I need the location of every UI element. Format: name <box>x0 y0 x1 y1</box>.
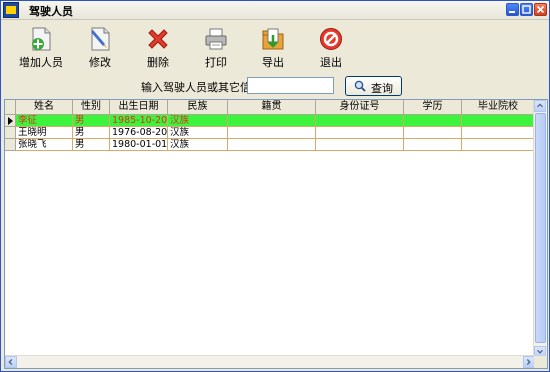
header-indicator <box>5 100 16 114</box>
export-label: 导出 <box>262 56 284 69</box>
driver-grid[interactable]: 姓名 性别 出生日期 民族 籍贯 身份证号 学历 毕业院校 李征 男 1985-… <box>4 99 548 369</box>
cell-gender[interactable]: 男 <box>73 139 110 151</box>
cell-native-place[interactable] <box>228 127 316 139</box>
cell-id-number[interactable] <box>316 139 404 151</box>
add-person-button[interactable]: 增加人员 <box>13 22 69 70</box>
edit-label: 修改 <box>89 56 111 69</box>
header-education[interactable]: 学历 <box>404 100 462 114</box>
minimize-button[interactable] <box>506 3 519 16</box>
main-window: 驾驶人员 增加人员 修改 删除 打印 导出 退出 输入驾驶人员或其它信息： 查询… <box>0 0 550 372</box>
export-icon <box>262 28 284 50</box>
maximize-button[interactable] <box>520 3 533 16</box>
query-button[interactable]: 查询 <box>345 76 402 96</box>
exit-label: 退出 <box>320 56 342 69</box>
header-ethnicity[interactable]: 民族 <box>168 100 228 114</box>
cell-name[interactable]: 王晓明 <box>16 127 73 139</box>
add-person-label: 增加人员 <box>19 56 63 69</box>
window-title: 驾驶人员 <box>29 5 73 18</box>
row-indicator[interactable] <box>5 127 16 139</box>
magnifier-icon <box>354 80 366 92</box>
vertical-scrollbar[interactable] <box>533 100 547 358</box>
minimize-icon <box>509 11 515 13</box>
search-input[interactable] <box>247 77 334 94</box>
export-button[interactable]: 导出 <box>245 22 301 70</box>
maximize-icon <box>522 5 531 14</box>
cell-school[interactable] <box>462 139 535 151</box>
cell-school[interactable] <box>462 115 535 127</box>
cell-education[interactable] <box>404 127 462 139</box>
current-row-arrow-icon <box>8 117 13 125</box>
edit-document-icon <box>91 27 110 51</box>
printer-icon <box>205 28 227 50</box>
search-row: 输入驾驶人员或其它信息： 查询 <box>1 75 549 96</box>
header-native-place[interactable]: 籍贯 <box>228 100 316 114</box>
vertical-scroll-thumb[interactable] <box>535 113 546 343</box>
scroll-up-button[interactable] <box>534 100 546 112</box>
cell-ethnicity[interactable]: 汉族 <box>168 127 228 139</box>
cell-school[interactable] <box>462 127 535 139</box>
chevron-left-icon <box>8 359 13 365</box>
cell-gender[interactable]: 男 <box>73 115 110 127</box>
table-row[interactable]: 张晓飞 男 1980-01-01 汉族 <box>5 139 535 151</box>
grid-header: 姓名 性别 出生日期 民族 籍贯 身份证号 学历 毕业院校 <box>5 100 535 115</box>
cell-native-place[interactable] <box>228 139 316 151</box>
table-row[interactable]: 王晓明 男 1976-08-20 汉族 <box>5 127 535 139</box>
chevron-up-icon <box>537 103 543 108</box>
chevron-right-icon <box>526 359 531 365</box>
header-name[interactable]: 姓名 <box>16 100 73 114</box>
print-button[interactable]: 打印 <box>188 22 244 70</box>
close-icon <box>536 5 545 14</box>
delete-icon <box>148 29 168 49</box>
delete-button[interactable]: 删除 <box>130 22 186 70</box>
header-gender[interactable]: 性别 <box>73 100 110 114</box>
exit-button[interactable]: 退出 <box>303 22 359 70</box>
scrollbar-corner <box>534 356 547 368</box>
cell-birth-date[interactable]: 1985-10-20 <box>110 115 168 127</box>
header-birth-date[interactable]: 出生日期 <box>110 100 168 114</box>
cell-name[interactable]: 李征 <box>16 115 73 127</box>
edit-button[interactable]: 修改 <box>72 22 128 70</box>
query-label: 查询 <box>371 82 393 95</box>
cell-ethnicity[interactable]: 汉族 <box>168 139 228 151</box>
scroll-left-button[interactable] <box>5 356 17 368</box>
toolbar: 增加人员 修改 删除 打印 导出 退出 <box>1 20 549 72</box>
cell-birth-date[interactable]: 1976-08-20 <box>110 127 168 139</box>
add-document-icon <box>32 27 51 51</box>
app-icon <box>3 2 19 18</box>
cell-id-number[interactable] <box>316 127 404 139</box>
header-school[interactable]: 毕业院校 <box>462 100 535 114</box>
cell-gender[interactable]: 男 <box>73 127 110 139</box>
exit-icon <box>320 28 342 50</box>
cell-id-number[interactable] <box>316 115 404 127</box>
cell-education[interactable] <box>404 139 462 151</box>
cell-birth-date[interactable]: 1980-01-01 <box>110 139 168 151</box>
cell-name[interactable]: 张晓飞 <box>16 139 73 151</box>
cell-ethnicity[interactable]: 汉族 <box>168 115 228 127</box>
cell-native-place[interactable] <box>228 115 316 127</box>
title-bar[interactable]: 驾驶人员 <box>1 1 549 20</box>
print-label: 打印 <box>205 56 227 69</box>
delete-label: 删除 <box>147 56 169 69</box>
horizontal-scrollbar[interactable] <box>5 355 535 368</box>
close-button[interactable] <box>534 3 547 16</box>
header-id-number[interactable]: 身份证号 <box>316 100 404 114</box>
table-row[interactable]: 李征 男 1985-10-20 汉族 <box>5 115 535 127</box>
row-indicator[interactable] <box>5 139 16 151</box>
row-indicator[interactable] <box>5 115 16 127</box>
cell-education[interactable] <box>404 115 462 127</box>
